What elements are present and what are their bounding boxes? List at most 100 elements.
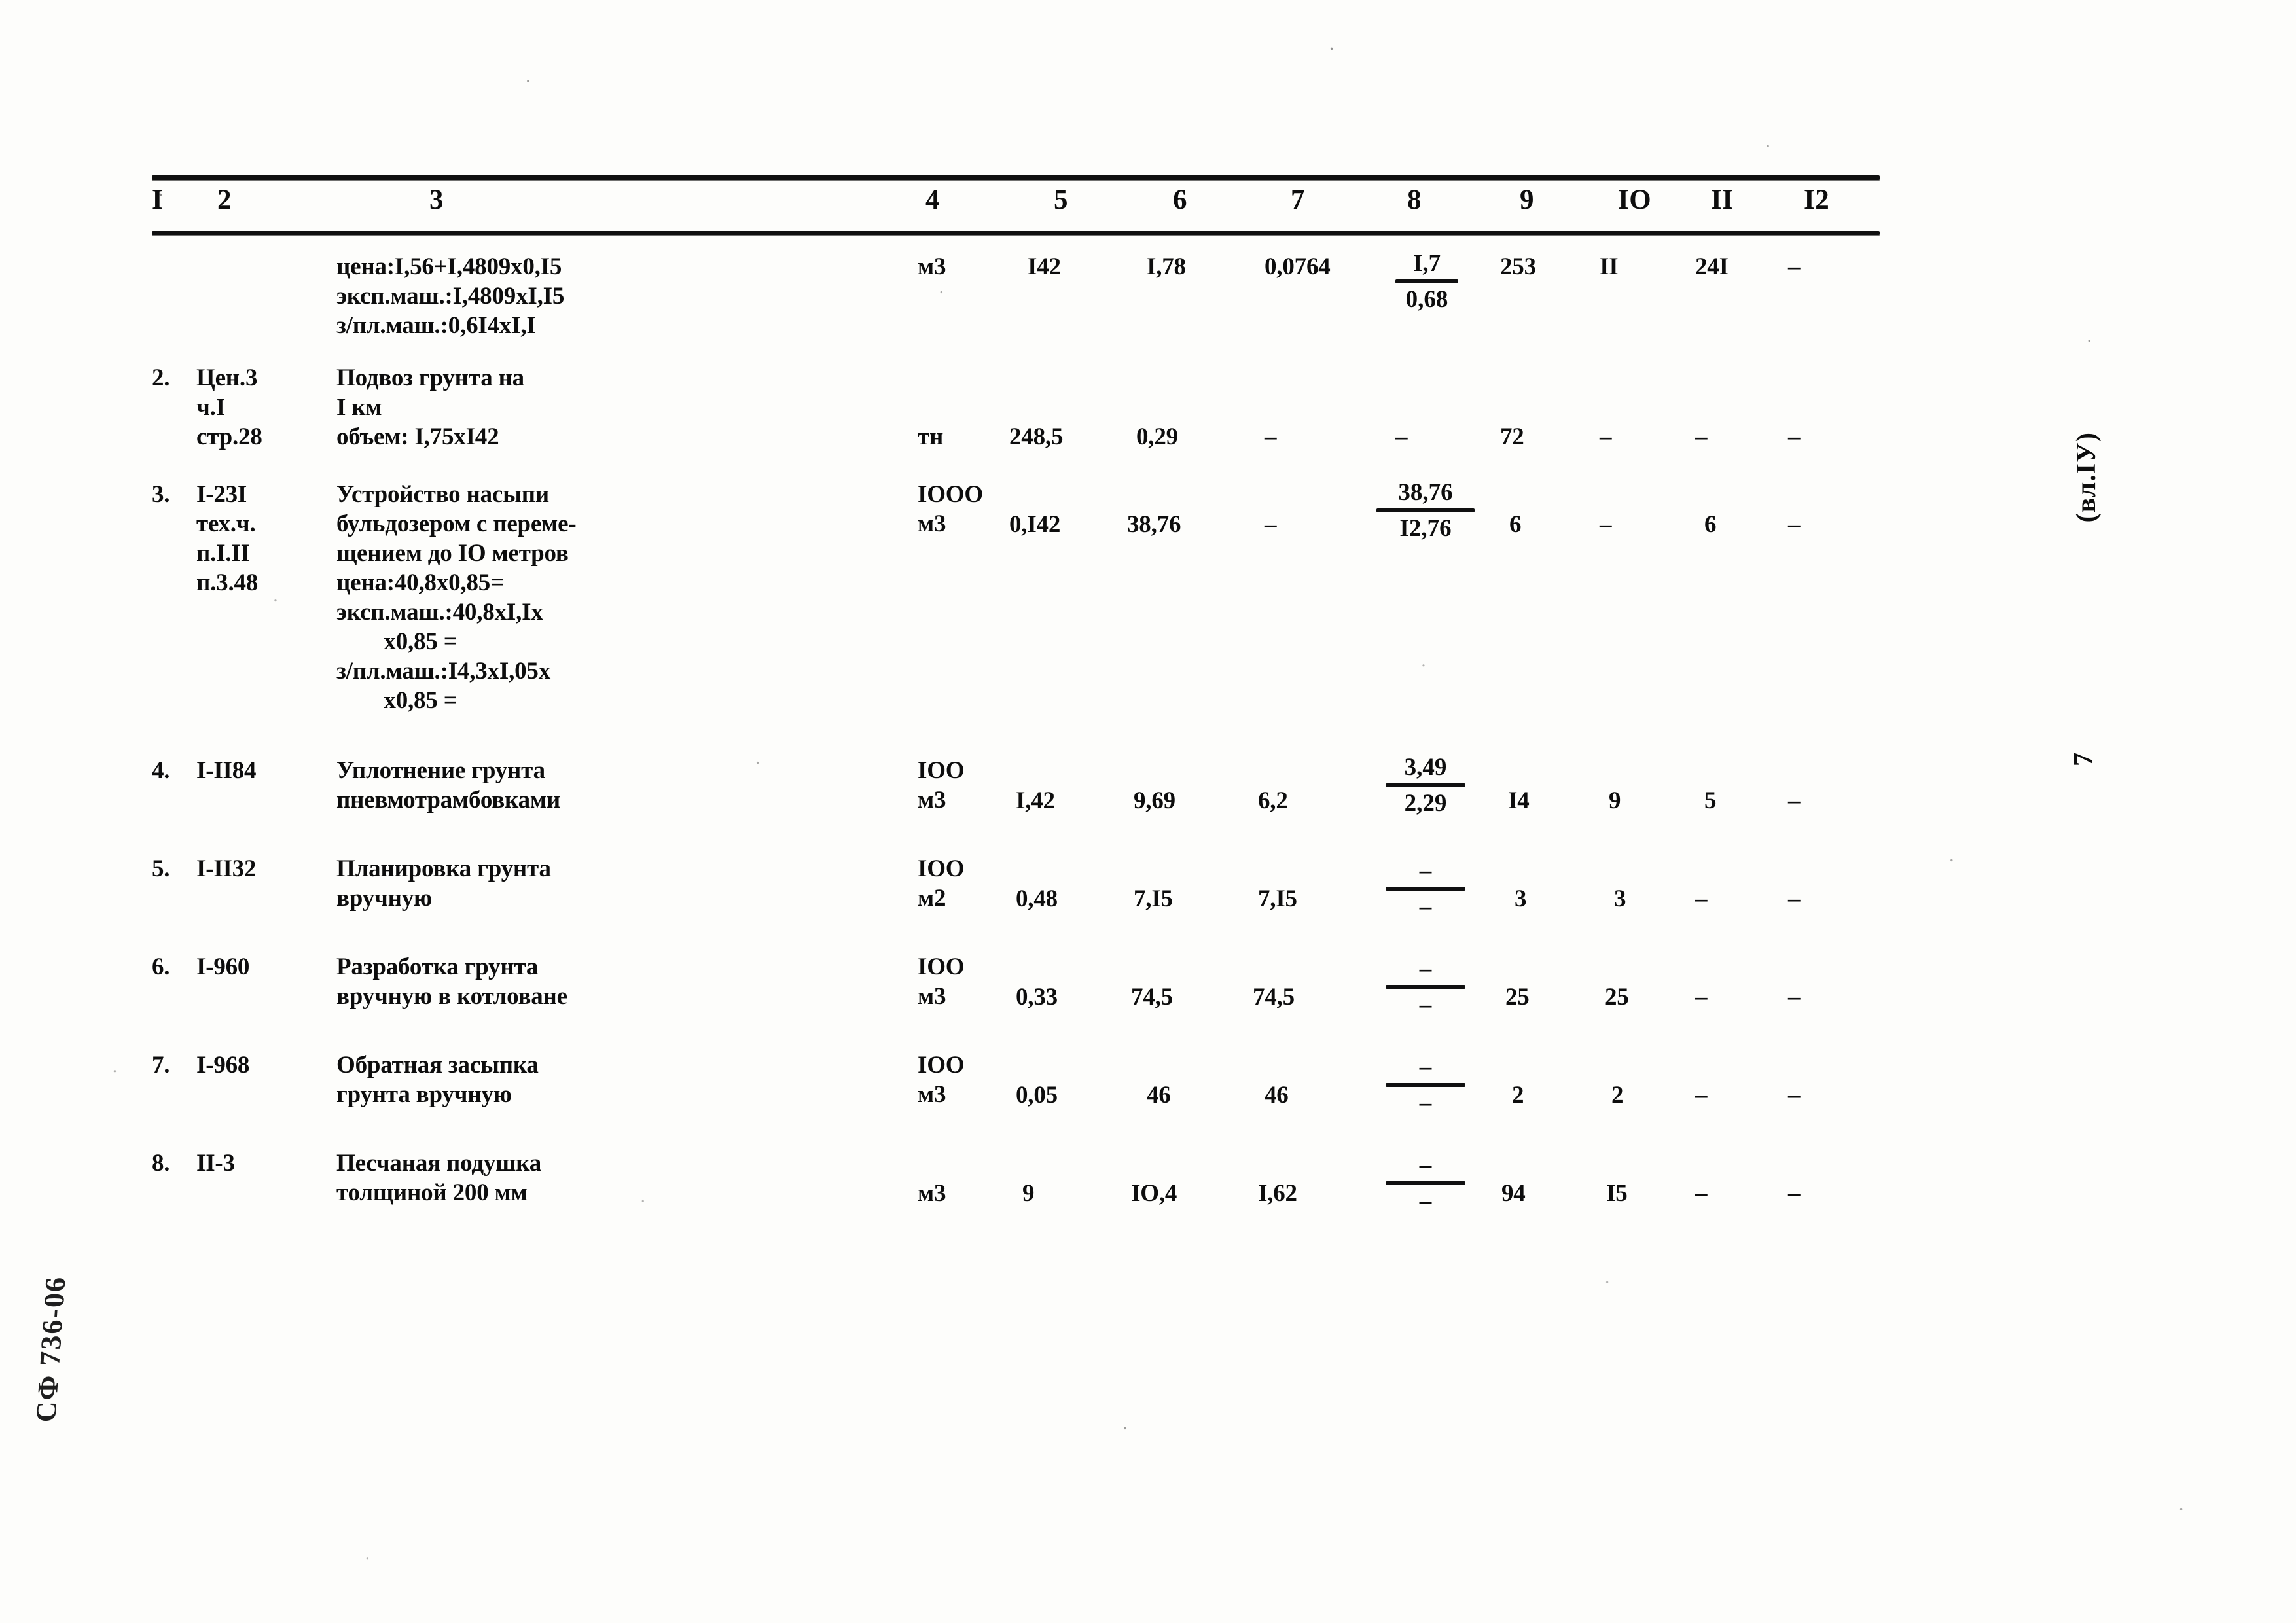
row-col8-numerator: – xyxy=(1419,857,1432,884)
row-col12: – xyxy=(1788,885,1801,912)
row-col6: 0,29 xyxy=(1136,423,1178,450)
row-unit: IOO м3 xyxy=(918,1052,965,1108)
row-description: цена:I,56+I,4809х0,I5 эксп.маш.:I,4809хI… xyxy=(336,253,565,339)
row-col9: 94 xyxy=(1501,1180,1526,1207)
row-description: Планировка грунта вручную xyxy=(336,855,551,912)
column-header-6: 6 xyxy=(1173,185,1187,215)
row-col12: – xyxy=(1788,787,1801,814)
row-col8-fraction: – – xyxy=(1373,955,1478,1019)
row-code: Цен.3 ч.I стр.28 xyxy=(196,365,262,450)
table-row: 6. I-960 Разработка грунта вручную в кот… xyxy=(152,946,1880,1044)
row-col8-denominator: – xyxy=(1419,991,1432,1018)
row-unit: тн xyxy=(918,423,944,450)
column-header-12: I2 xyxy=(1804,185,1830,215)
row-unit: м3 xyxy=(918,1180,946,1207)
row-col8-denominator: 0,68 xyxy=(1405,286,1448,313)
row-col10: 9 xyxy=(1609,787,1621,814)
fraction-bar xyxy=(1386,783,1465,787)
row-col10: 3 xyxy=(1614,885,1626,912)
row-code: I-968 xyxy=(196,1052,250,1079)
row-description: Песчаная подушка толщиной 200 мм xyxy=(336,1150,542,1206)
row-col9: 72 xyxy=(1500,423,1524,450)
row-col8-denominator: 2,29 xyxy=(1404,790,1447,817)
row-unit: IOO м3 xyxy=(918,757,965,813)
page-number: 7 xyxy=(2069,753,2099,766)
table-row: 7. I-968 Обратная засыпка грунта вручную… xyxy=(152,1044,1880,1142)
row-col11: 5 xyxy=(1704,787,1717,814)
row-index: 2. xyxy=(152,365,170,391)
row-col12: – xyxy=(1788,253,1801,280)
row-col6: 46 xyxy=(1147,1082,1171,1109)
fraction-bar xyxy=(1376,508,1475,512)
row-description: Подвоз грунта на I км объем: I,75хI42 xyxy=(336,365,524,450)
row-col7: 7,I5 xyxy=(1258,885,1297,912)
row-col10: II xyxy=(1600,253,1619,280)
row-description: Устройство насыпи бульдозером с переме- … xyxy=(336,481,577,714)
column-header-5: 5 xyxy=(1054,185,1068,215)
row-col5: I,42 xyxy=(1016,787,1055,814)
row-col8-fraction: 38,76 I2,76 xyxy=(1367,478,1484,543)
row-col8-fraction: – – xyxy=(1373,1151,1478,1215)
row-col10: – xyxy=(1600,511,1612,538)
row-col8: – xyxy=(1395,423,1408,450)
row-col8-numerator: I,7 xyxy=(1412,250,1441,277)
row-index: 5. xyxy=(152,855,170,882)
row-col8-fraction: I,7 0,68 xyxy=(1381,249,1473,313)
row-col12: – xyxy=(1788,423,1801,450)
table-row: цена:I,56+I,4809х0,I5 эксп.маш.:I,4809хI… xyxy=(152,235,1880,353)
table-row: 2. Цен.3 ч.I стр.28 Подвоз грунта на I к… xyxy=(152,353,1880,471)
row-code: I-23I тех.ч. п.I.II п.3.48 xyxy=(196,481,259,596)
row-index: 8. xyxy=(152,1150,170,1177)
column-header-8: 8 xyxy=(1407,185,1422,215)
row-index: 3. xyxy=(152,481,170,508)
row-description: Уплотнение грунта пневмотрамбовками xyxy=(336,757,560,813)
row-col10: – xyxy=(1600,423,1612,450)
row-col9: 6 xyxy=(1509,511,1522,538)
row-col9: 2 xyxy=(1512,1082,1524,1109)
row-col11: – xyxy=(1695,885,1708,912)
row-col8-denominator: I2,76 xyxy=(1399,515,1452,542)
row-col9: 25 xyxy=(1505,984,1530,1010)
row-col5: 248,5 xyxy=(1009,423,1064,450)
row-col12: – xyxy=(1788,1180,1801,1207)
column-header-1: I xyxy=(152,185,164,215)
row-index: 6. xyxy=(152,954,170,980)
row-col11: – xyxy=(1695,1082,1708,1109)
row-col11: 24I xyxy=(1695,253,1729,280)
row-unit: IOO м3 xyxy=(918,954,965,1010)
fraction-bar xyxy=(1395,279,1458,283)
column-header-2: 2 xyxy=(217,185,232,215)
document-page: I 2 3 4 5 6 7 8 9 IO II I2 цена:I,56+I,4… xyxy=(0,0,2296,1623)
row-col5: 0,48 xyxy=(1016,885,1058,912)
row-description: Разработка грунта вручную в котловане xyxy=(336,954,567,1010)
estimate-table: I 2 3 4 5 6 7 8 9 IO II I2 цена:I,56+I,4… xyxy=(152,175,1880,1247)
row-col5: 0,I42 xyxy=(1009,511,1061,538)
row-col5: 0,33 xyxy=(1016,984,1058,1010)
row-col6: IO,4 xyxy=(1131,1180,1177,1207)
table-row: 3. I-23I тех.ч. п.I.II п.3.48 Устройство… xyxy=(152,471,1880,748)
column-header-9: 9 xyxy=(1520,185,1534,215)
row-col8-numerator: 38,76 xyxy=(1398,479,1453,506)
row-index: 4. xyxy=(152,757,170,784)
column-header-4: 4 xyxy=(925,185,940,215)
row-code: I-960 xyxy=(196,954,250,980)
column-header-7: 7 xyxy=(1291,185,1305,215)
row-col8-denominator: – xyxy=(1419,1090,1432,1116)
table-row: 8. II-3 Песчаная подушка толщиной 200 мм… xyxy=(152,1142,1880,1247)
row-code: II-3 xyxy=(196,1150,235,1177)
row-col8-denominator: – xyxy=(1419,893,1432,920)
row-col5: 9 xyxy=(1022,1180,1035,1207)
row-col11: 6 xyxy=(1704,511,1717,538)
row-col9: 3 xyxy=(1515,885,1527,912)
row-col7: 0,0764 xyxy=(1265,253,1331,280)
row-col8-fraction: 3,49 2,29 xyxy=(1373,753,1478,817)
fraction-bar xyxy=(1386,887,1465,891)
row-col8-numerator: – xyxy=(1419,1152,1432,1179)
row-col10: 25 xyxy=(1605,984,1629,1010)
row-col7: – xyxy=(1265,423,1277,450)
archive-stamp: СФ 736-06 xyxy=(29,1276,72,1423)
row-col11: – xyxy=(1695,423,1708,450)
row-unit: м3 xyxy=(918,253,946,280)
row-description: Обратная засыпка грунта вручную xyxy=(336,1052,539,1108)
table-header-row: I 2 3 4 5 6 7 8 9 IO II I2 xyxy=(152,180,1880,231)
